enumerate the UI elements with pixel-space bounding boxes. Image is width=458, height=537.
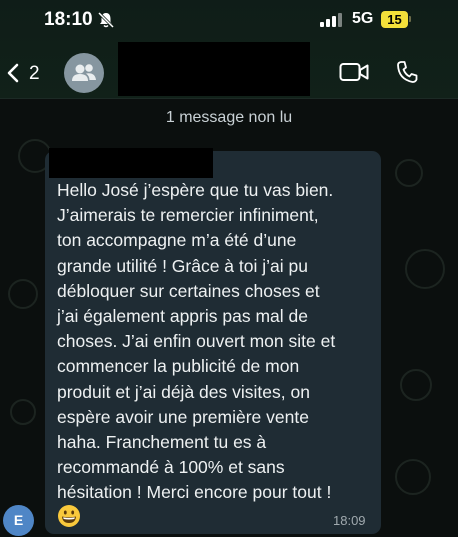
- wallpaper-doodle: [400, 369, 432, 401]
- signal-icon: [320, 13, 344, 27]
- phone-icon[interactable]: [396, 60, 418, 84]
- wallpaper-doodle: [10, 399, 36, 425]
- wallpaper-doodle: [395, 159, 423, 187]
- message-text: Hello José j’espère que tu vas bien. J’a…: [57, 180, 336, 503]
- wallpaper-doodle: [395, 459, 431, 495]
- chat-header: 18:10 5G 15 2: [0, 0, 458, 99]
- chevron-left-icon[interactable]: [6, 63, 20, 83]
- back-unread-count[interactable]: 2: [29, 63, 40, 85]
- battery-icon: 15: [381, 11, 408, 28]
- video-call-icon[interactable]: [339, 62, 369, 82]
- wallpaper-doodle: [405, 249, 445, 289]
- wallpaper-doodle: [8, 279, 38, 309]
- grinning-face-icon: [58, 505, 80, 527]
- redacted-sender-name: [49, 148, 213, 178]
- message-time: 18:09: [333, 513, 366, 528]
- unread-banner: 1 message non lu: [165, 109, 293, 126]
- bell-off-icon: [97, 11, 115, 29]
- status-time: 18:10: [44, 9, 93, 30]
- sender-avatar[interactable]: E: [3, 505, 34, 536]
- battery-tip: [409, 16, 411, 22]
- network-label: 5G: [352, 10, 374, 27]
- group-avatar-icon[interactable]: [64, 53, 104, 93]
- redacted-contact-name[interactable]: [118, 42, 310, 96]
